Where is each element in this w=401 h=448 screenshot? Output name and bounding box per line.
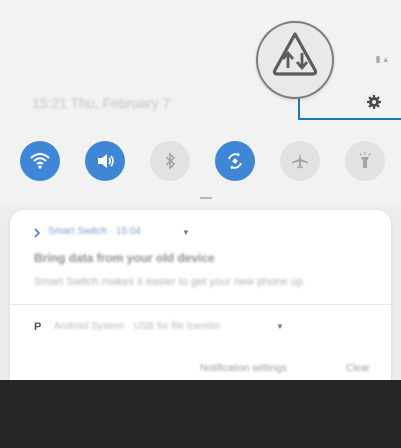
airplane-toggle[interactable]	[280, 141, 320, 181]
expand-chevron-icon[interactable]: ▼	[182, 228, 190, 237]
notification-smart-switch[interactable]: Smart Switch · 15:04 ▼ Bring data from y…	[10, 210, 391, 304]
sound-icon	[98, 154, 114, 168]
wifi-icon	[30, 153, 50, 169]
date-time: 15:21 Thu, February 7	[32, 95, 171, 111]
notification-summary: Android System · USB for file transfer	[54, 321, 221, 332]
notification-card: Smart Switch · 15:04 ▼ Bring data from y…	[10, 210, 391, 393]
notification-settings-button[interactable]: Notification settings	[200, 363, 287, 374]
background-bar	[0, 380, 401, 448]
flashlight-toggle[interactable]	[345, 141, 385, 181]
magnifier-callout	[256, 21, 334, 99]
bluetooth-icon	[165, 152, 176, 170]
notification-title: Bring data from your old device	[34, 251, 215, 265]
drag-handle[interactable]	[200, 197, 212, 199]
android-system-icon: P	[34, 321, 42, 333]
status-icons: ▮ ▴	[375, 55, 388, 65]
clear-button[interactable]: Clear	[346, 363, 370, 374]
auto-rotate-icon	[228, 152, 242, 170]
quick-settings-row	[0, 141, 401, 183]
data-transfer-icon	[272, 32, 318, 76]
notification-app-line: Smart Switch · 15:04	[48, 226, 141, 237]
sound-toggle[interactable]	[85, 141, 125, 181]
notification-body: Smart Switch makes it easier to get your…	[34, 276, 304, 288]
callout-line	[298, 96, 300, 120]
bluetooth-toggle[interactable]	[150, 141, 190, 181]
callout-line	[298, 118, 401, 120]
settings-icon[interactable]	[366, 94, 382, 110]
notification-android-system[interactable]: P Android System · USB for file transfer…	[10, 305, 391, 350]
wifi-toggle[interactable]	[20, 141, 60, 181]
flashlight-icon	[359, 152, 371, 168]
notification-panel: ▮ ▴ 15:21 Thu, February 7 Smart Switch ·…	[0, 0, 401, 448]
expand-chevron-icon[interactable]: ▼	[276, 322, 284, 331]
airplane-icon	[292, 153, 308, 169]
smart-switch-icon	[34, 228, 40, 238]
auto-rotate-toggle[interactable]	[215, 141, 255, 181]
